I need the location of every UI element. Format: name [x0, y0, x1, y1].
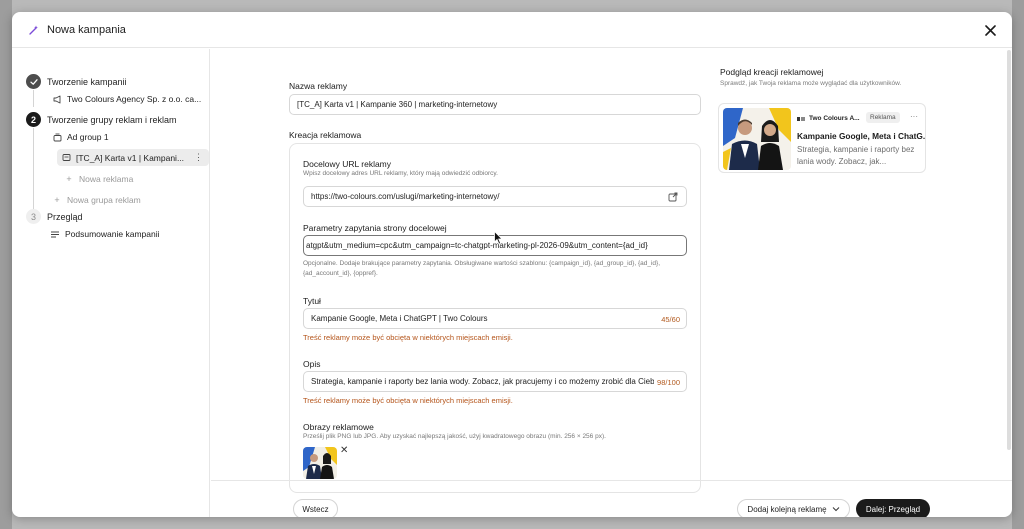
- campaign-wand-icon: [28, 24, 40, 36]
- step-number: 2: [26, 112, 41, 127]
- sponsored-badge: Reklama: [866, 112, 900, 123]
- ad-card-icon: [61, 153, 71, 163]
- url-hint: Wpisz docelowy adres URL reklamy, który …: [303, 170, 498, 177]
- advertiser-logo-icon: [797, 116, 805, 122]
- ad-advertiser-name: Two Colours A...: [809, 115, 860, 122]
- preview-title: Podgląd kreacji reklamowej: [720, 67, 824, 77]
- list-icon: [50, 229, 60, 239]
- desc-value: Strategia, kampanie i raporty bez lania …: [311, 377, 664, 386]
- desc-label: Opis: [303, 359, 321, 369]
- ad-preview-description: Strategia, kampanie i raporty bez lania …: [797, 145, 915, 166]
- step-number: 3: [26, 209, 41, 224]
- chevron-down-icon: [832, 507, 839, 512]
- add-another-ad-button[interactable]: Dodaj kolejną reklamę: [737, 499, 850, 517]
- ad-group-label: Ad group 1: [67, 132, 109, 142]
- steps-sidebar: Tworzenie kampanii Two Colours Agency Sp…: [12, 49, 210, 517]
- folder-stack-icon: [52, 132, 62, 142]
- step-connector: [33, 128, 34, 210]
- add-another-label: Dodaj kolejną reklamę: [747, 504, 827, 514]
- more-options-icon[interactable]: ⋮: [194, 152, 203, 163]
- new-ad-button[interactable]: + Nowa reklama: [64, 174, 133, 184]
- step-label: Przegląd: [47, 211, 83, 222]
- step-label: Tworzenie kampanii: [47, 76, 127, 87]
- params-label: Parametry zapytania strony docelowej: [303, 223, 447, 233]
- creative-label: Kreacja reklamowa: [289, 130, 362, 140]
- modal-title: Nowa kampania: [47, 23, 126, 36]
- sidebar-item-advertiser[interactable]: Two Colours Agency Sp. z o.o. ca...: [52, 94, 201, 104]
- step-done-check-icon: [26, 74, 41, 89]
- images-hint: Prześlij plik PNG lub JPG. Aby uzyskać n…: [303, 433, 606, 440]
- desc-warning: Treść reklamy może być obcięta w niektór…: [303, 396, 513, 405]
- title-warning: Treść reklamy może być obcięta w niektór…: [303, 333, 513, 342]
- megaphone-icon: [52, 94, 62, 104]
- ad-form: Nazwa reklamy [TC_A] Karta v1 | Kampanie…: [211, 49, 706, 493]
- sidebar-item-summary[interactable]: Podsumowanie kampanii: [50, 229, 160, 239]
- new-ad-label: Nowa reklama: [79, 174, 134, 184]
- remove-image-icon[interactable]: ✕: [340, 445, 348, 456]
- desc-counter: 98/100: [654, 378, 680, 387]
- ad-advertiser: Two Colours A...: [797, 115, 860, 122]
- sidebar-item-ad-group[interactable]: Ad group 1: [52, 132, 109, 142]
- step-label: Tworzenie grupy reklam i reklam: [47, 114, 177, 125]
- close-icon: [984, 24, 996, 36]
- step-connector: [33, 90, 34, 107]
- ad-preview-headline: Kampanie Google, Meta i ChatG...: [797, 131, 926, 141]
- background-right: [1012, 0, 1024, 529]
- step-create-group[interactable]: 2 Tworzenie grupy reklam i reklam: [26, 112, 177, 127]
- title-value: Kampanie Google, Meta i ChatGPT | Two Co…: [311, 314, 488, 323]
- ad-name-input[interactable]: [TC_A] Karta v1 | Kampanie 360 | marketi…: [289, 94, 701, 115]
- new-group-label: Nowa grupa reklam: [67, 195, 141, 205]
- close-button[interactable]: [980, 20, 1000, 40]
- title-label: Tytuł: [303, 296, 321, 306]
- params-hint: Opcjonalne. Dodaje brakujące parametry z…: [303, 260, 661, 277]
- title-input[interactable]: Kampanie Google, Meta i ChatGPT | Two Co…: [303, 308, 687, 329]
- background-left: [0, 0, 12, 529]
- desc-input[interactable]: Strategia, kampanie i raporty bez lania …: [303, 371, 687, 392]
- next-review-button[interactable]: Dalej: Przegląd: [856, 499, 930, 517]
- ad-more-icon[interactable]: ···: [910, 112, 918, 121]
- back-button[interactable]: Wstecz: [293, 499, 338, 517]
- ad-name-label: Nazwa reklamy: [289, 81, 348, 91]
- scrollbar[interactable]: [1007, 50, 1011, 450]
- step-review[interactable]: 3 Przegląd: [26, 209, 83, 224]
- modal-header: Nowa kampania: [12, 12, 1012, 48]
- step-create-campaign[interactable]: Tworzenie kampanii: [26, 74, 127, 89]
- url-value: https://two-colours.com/uslugi/marketing…: [311, 192, 500, 201]
- advertiser-label: Two Colours Agency Sp. z o.o. ca...: [67, 94, 202, 104]
- plus-icon: +: [54, 195, 60, 205]
- url-label: Docelowy URL reklamy: [303, 159, 392, 169]
- preview-subtitle: Sprawdź, jak Twoja reklama może wyglądać…: [720, 80, 902, 87]
- new-campaign-modal: Nowa kampania Tworzenie kampanii Two Col…: [12, 12, 1012, 517]
- new-group-button[interactable]: + Nowa grupa reklam: [52, 195, 141, 205]
- ad-image-thumbnail[interactable]: [303, 447, 337, 479]
- selected-ad-label: [TC_A] Karta v1 | Kampani...: [76, 152, 185, 163]
- plus-icon: +: [66, 174, 72, 184]
- modal-footer: Wstecz Dodaj kolejną reklamę Dalej: Prze…: [211, 480, 1012, 517]
- title-counter: 45/60: [658, 315, 680, 324]
- ad-preview-card: Two Colours A... Reklama ··· Kampanie Go…: [718, 103, 926, 173]
- url-input[interactable]: https://two-colours.com/uslugi/marketing…: [303, 186, 687, 207]
- sidebar-item-selected-ad[interactable]: [TC_A] Karta v1 | Kampani... ⋮: [57, 149, 210, 166]
- mouse-pointer-icon: [494, 231, 503, 245]
- external-link-icon[interactable]: [668, 192, 678, 202]
- ad-preview-image: [723, 108, 791, 170]
- summary-label: Podsumowanie kampanii: [65, 229, 160, 239]
- images-label: Obrazy reklamowe: [303, 422, 374, 432]
